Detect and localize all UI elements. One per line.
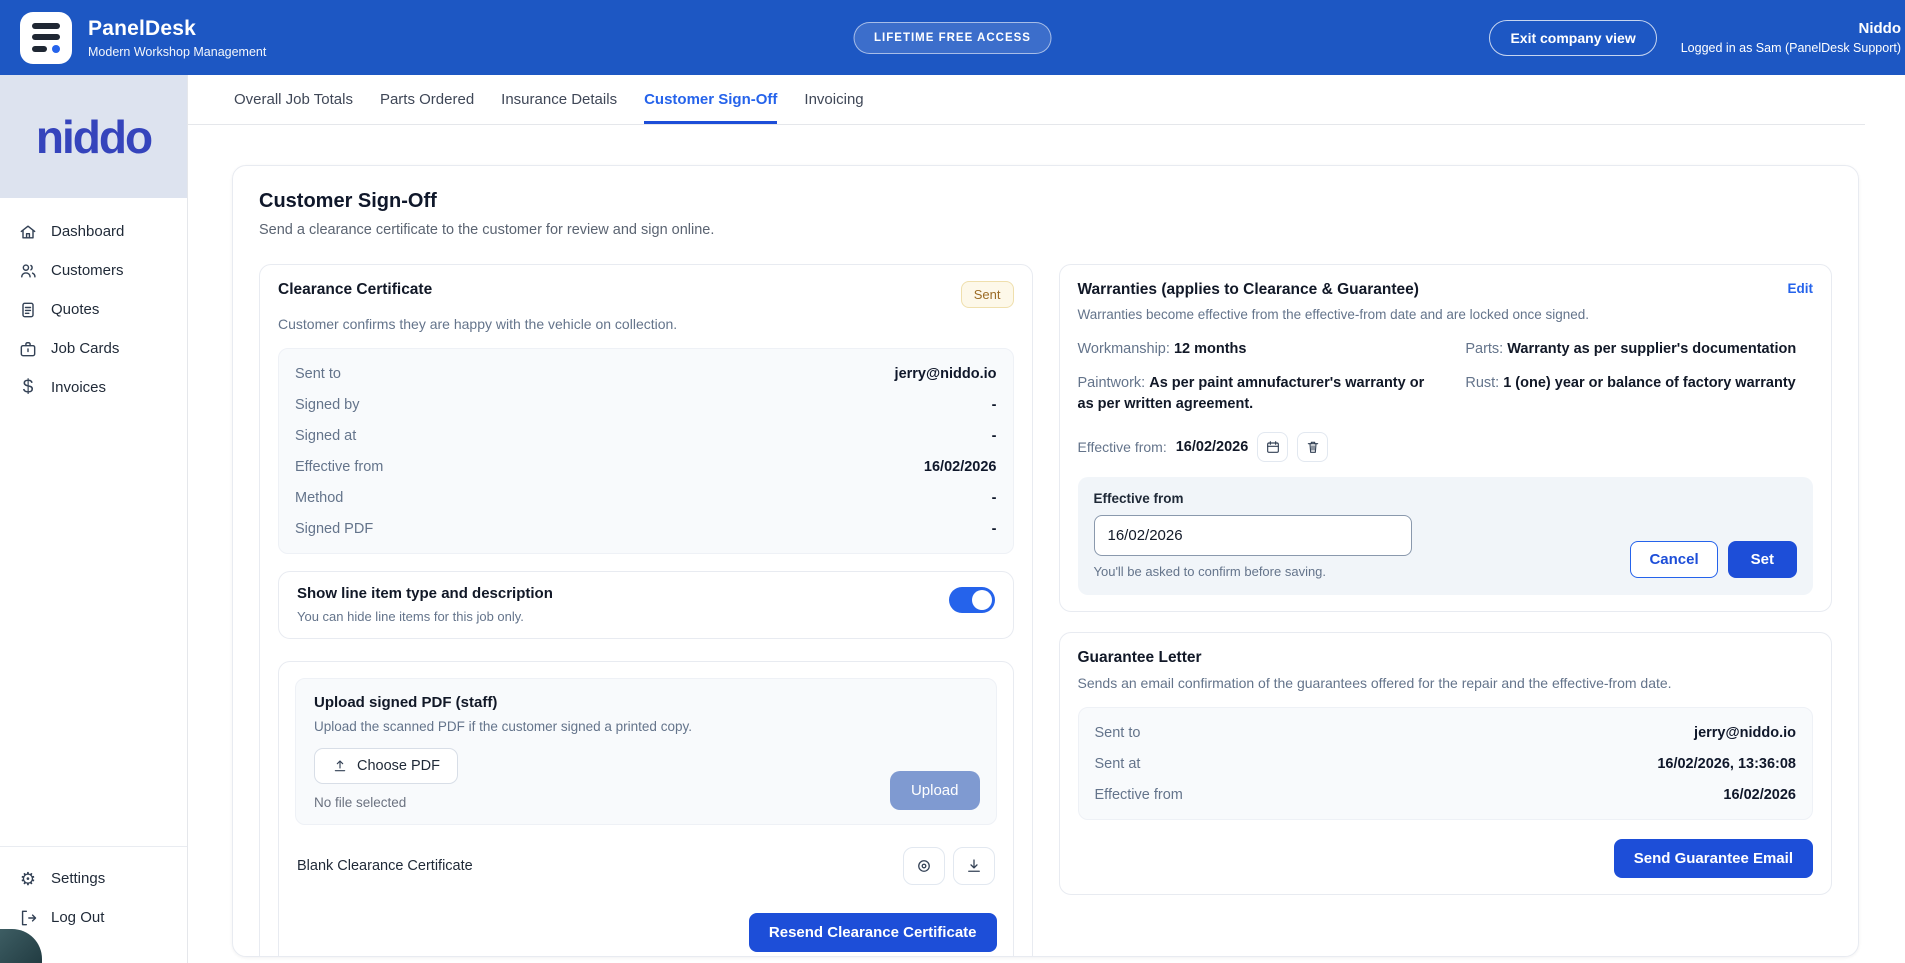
set-button[interactable]: Set xyxy=(1728,541,1797,578)
main-content: Overall Job Totals Parts Ordered Insuran… xyxy=(188,75,1905,963)
guarantee-row-effective-from: Effective from 16/02/2026 xyxy=(1095,779,1797,810)
clearance-details-panel: Sent to jerry@niddo.io Signed by - Signe… xyxy=(278,348,1014,554)
page-title: Customer Sign-Off xyxy=(259,190,1832,213)
logged-in-as: Logged in as Sam (PanelDesk Support) xyxy=(1681,41,1901,55)
niddo-logo: niddo xyxy=(0,75,187,198)
detail-row-sent-to: Sent to jerry@niddo.io xyxy=(295,358,997,389)
app-subtitle: Modern Workshop Management xyxy=(88,45,266,59)
warranty-parts: Parts: Warranty as per supplier's docume… xyxy=(1465,339,1813,360)
warranties-description: Warranties become effective from the eff… xyxy=(1078,307,1814,322)
effective-from-input[interactable] xyxy=(1094,515,1412,556)
download-icon xyxy=(965,857,983,875)
warranty-rust: Rust: 1 (one) year or balance of factory… xyxy=(1465,373,1813,415)
home-icon xyxy=(18,222,38,242)
briefcase-icon xyxy=(18,339,38,359)
sidebar-item-invoices[interactable]: $ Invoices xyxy=(0,368,187,407)
clearance-certificate-card: Clearance Certificate Sent Customer conf… xyxy=(259,264,1033,957)
show-line-items-toggle[interactable] xyxy=(949,587,995,613)
upload-section-card: Upload signed PDF (staff) Upload the sca… xyxy=(278,661,1014,957)
sidebar-item-log-out[interactable]: Log Out xyxy=(0,898,187,937)
warranties-title: Warranties (applies to Clearance & Guara… xyxy=(1078,281,1419,299)
view-icon xyxy=(915,857,933,875)
status-badge: Sent xyxy=(961,281,1014,308)
warranty-paintwork: Paintwork: As per paint amnufacturer's w… xyxy=(1078,373,1440,415)
app-logo-icon xyxy=(20,12,72,64)
guarantee-description: Sends an email confirmation of the guara… xyxy=(1078,675,1814,691)
document-icon xyxy=(18,300,38,320)
lifetime-access-badge: LIFETIME FREE ACCESS xyxy=(853,22,1052,54)
page-subtitle: Send a clearance certificate to the cust… xyxy=(259,222,1832,238)
upload-signed-pdf-panel: Upload signed PDF (staff) Upload the sca… xyxy=(295,678,997,825)
toggle-label: Show line item type and description xyxy=(297,585,553,602)
customer-sign-off-panel: Customer Sign-Off Send a clearance certi… xyxy=(232,165,1859,957)
guarantee-details-panel: Sent to jerry@niddo.io Sent at 16/02/202… xyxy=(1078,707,1814,820)
detail-row-signed-pdf: Signed PDF - xyxy=(295,513,997,544)
delete-effective-date-button[interactable] xyxy=(1297,432,1328,462)
account-info: Niddo Logged in as Sam (PanelDesk Suppor… xyxy=(1681,20,1901,55)
guarantee-title: Guarantee Letter xyxy=(1078,649,1814,667)
gear-icon: ⚙ xyxy=(18,870,38,888)
clearance-card-description: Customer confirms they are happy with th… xyxy=(278,316,1014,332)
clearance-card-title: Clearance Certificate xyxy=(278,281,432,299)
sidebar-item-settings[interactable]: ⚙ Settings xyxy=(0,859,187,898)
calendar-icon xyxy=(1265,439,1281,455)
exit-company-view-button[interactable]: Exit company view xyxy=(1489,20,1656,56)
cancel-button[interactable]: Cancel xyxy=(1630,541,1717,578)
tab-insurance-details[interactable]: Insurance Details xyxy=(501,91,617,124)
app-name: PanelDesk xyxy=(88,17,266,41)
no-file-selected-text: No file selected xyxy=(314,795,978,810)
warranty-fields: Workmanship: 12 months Parts: Warranty a… xyxy=(1078,339,1814,415)
upload-description: Upload the scanned PDF if the customer s… xyxy=(314,719,978,734)
sidebar-item-customers[interactable]: Customers xyxy=(0,251,187,290)
tab-invoicing[interactable]: Invoicing xyxy=(804,91,863,124)
warranty-workmanship: Workmanship: 12 months xyxy=(1078,339,1440,360)
detail-row-effective-from: Effective from 16/02/2026 xyxy=(295,451,997,482)
sidebar-item-job-cards[interactable]: Job Cards xyxy=(0,329,187,368)
trash-icon xyxy=(1305,439,1321,455)
top-header: PanelDesk Modern Workshop Management LIF… xyxy=(0,0,1905,75)
logout-icon xyxy=(18,908,38,928)
warranties-card: Warranties (applies to Clearance & Guara… xyxy=(1059,264,1833,612)
blank-certificate-label: Blank Clearance Certificate xyxy=(297,858,473,874)
download-certificate-button[interactable] xyxy=(953,847,995,885)
blank-certificate-row: Blank Clearance Certificate xyxy=(295,847,997,885)
company-name: Niddo xyxy=(1681,20,1901,37)
tab-overall-job-totals[interactable]: Overall Job Totals xyxy=(234,91,353,124)
job-tabs: Overall Job Totals Parts Ordered Insuran… xyxy=(188,75,1865,125)
effective-from-row: Effective from: 16/02/2026 xyxy=(1078,432,1814,462)
edit-warranties-link[interactable]: Edit xyxy=(1788,281,1814,296)
detail-row-method: Method - xyxy=(295,482,997,513)
users-icon xyxy=(18,261,38,281)
tab-parts-ordered[interactable]: Parts Ordered xyxy=(380,91,474,124)
view-certificate-button[interactable] xyxy=(903,847,945,885)
dollar-icon: $ xyxy=(18,378,38,397)
line-item-toggle-card: Show line item type and description You … xyxy=(278,571,1014,639)
calendar-button[interactable] xyxy=(1257,432,1288,462)
upload-title: Upload signed PDF (staff) xyxy=(314,694,978,711)
resend-clearance-certificate-button[interactable]: Resend Clearance Certificate xyxy=(749,913,997,952)
detail-row-signed-at: Signed at - xyxy=(295,420,997,451)
upload-icon xyxy=(332,758,348,774)
guarantee-row-sent-at: Sent at 16/02/2026, 13:36:08 xyxy=(1095,748,1797,779)
tab-customer-sign-off[interactable]: Customer Sign-Off xyxy=(644,91,777,124)
detail-row-signed-by: Signed by - xyxy=(295,389,997,420)
effective-from-editor: Effective from You'll be asked to confir… xyxy=(1078,477,1814,595)
upload-button[interactable]: Upload xyxy=(890,771,980,810)
send-guarantee-email-button[interactable]: Send Guarantee Email xyxy=(1614,839,1813,878)
guarantee-letter-card: Guarantee Letter Sends an email confirma… xyxy=(1059,632,1833,895)
sidebar-item-quotes[interactable]: Quotes xyxy=(0,290,187,329)
sidebar: niddo Dashboard Customers Quotes J xyxy=(0,75,188,963)
editor-label: Effective from xyxy=(1094,491,1798,506)
guarantee-row-sent-to: Sent to jerry@niddo.io xyxy=(1095,717,1797,748)
toggle-hint: You can hide line items for this job onl… xyxy=(297,609,553,624)
choose-pdf-button[interactable]: Choose PDF xyxy=(314,748,458,784)
sidebar-item-dashboard[interactable]: Dashboard xyxy=(0,212,187,251)
